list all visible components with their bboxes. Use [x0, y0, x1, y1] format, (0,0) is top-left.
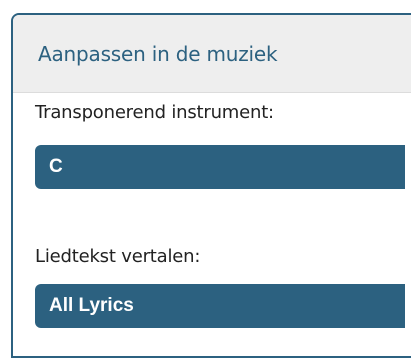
panel-header: Aanpassen in de muziek [13, 15, 411, 93]
lyrics-translate-select[interactable]: All Lyrics [35, 284, 405, 328]
transpose-selected-value: C [49, 156, 63, 177]
lyrics-translate-label: Liedtekst vertalen: [35, 246, 201, 267]
transpose-label: Transponerend instrument: [35, 102, 274, 123]
panel-title: Aanpassen in de muziek [38, 41, 278, 66]
lyrics-selected-value: All Lyrics [49, 295, 134, 316]
transpose-instrument-select[interactable]: C [35, 145, 405, 189]
